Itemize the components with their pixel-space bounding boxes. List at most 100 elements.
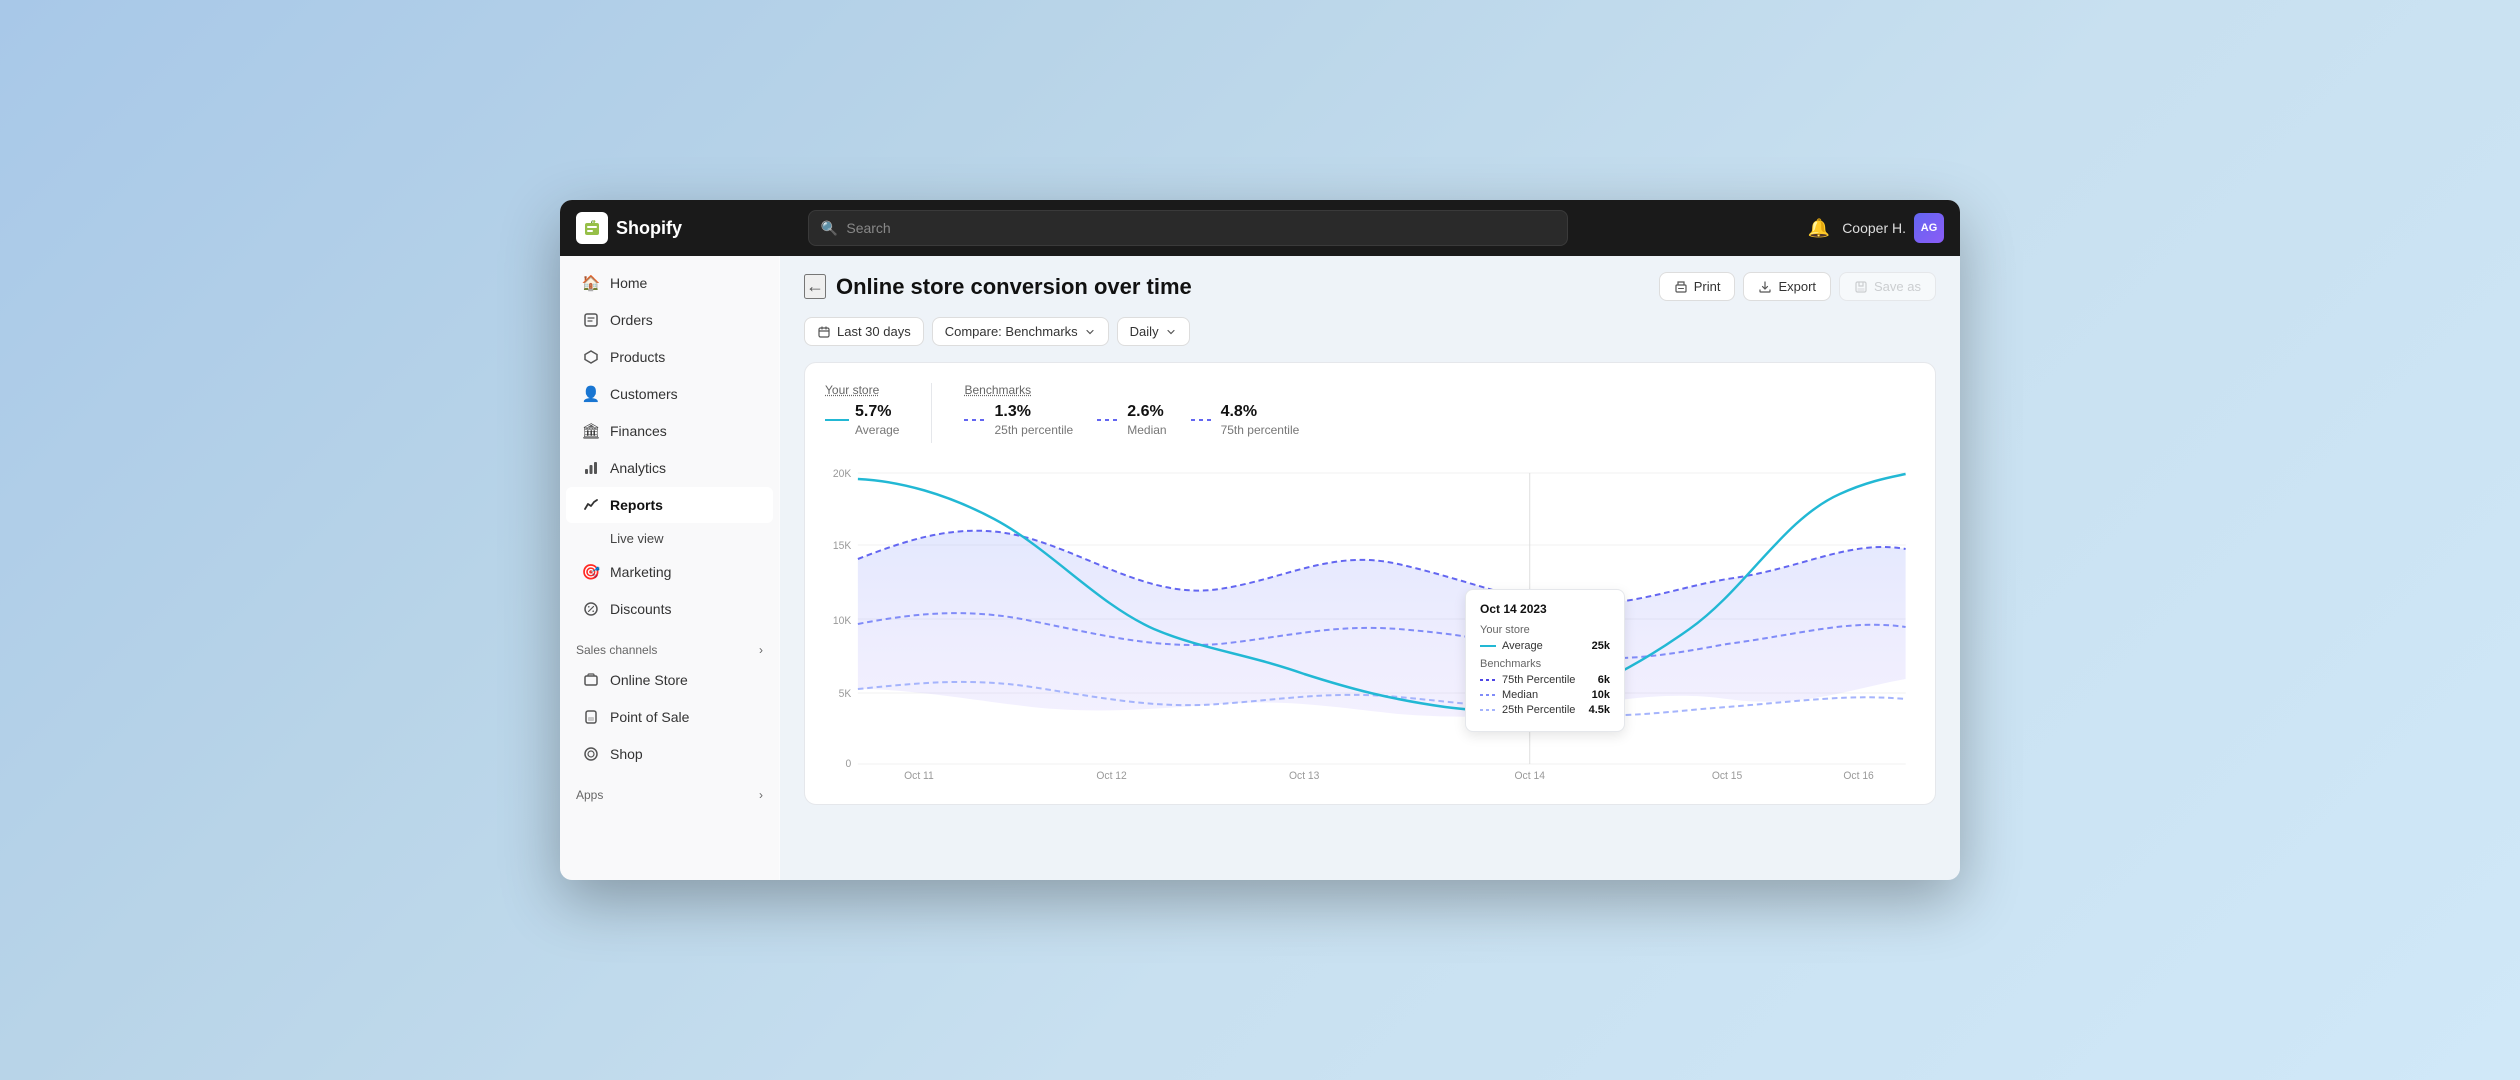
benchmarks-legend: Benchmarks 1.3% 25th percentile bbox=[964, 383, 1299, 439]
interval-label: Daily bbox=[1130, 324, 1159, 339]
sidebar-item-finances[interactable]: 🏛 Finances bbox=[566, 413, 773, 449]
topbar-right: 🔔 Cooper H. AG bbox=[1808, 213, 1944, 243]
online-store-icon bbox=[582, 671, 600, 689]
sidebar-item-customers[interactable]: 👤 Customers bbox=[566, 376, 773, 412]
your-store-legend: Your store 5.7% Average bbox=[825, 383, 899, 439]
sidebar-label-online-store: Online Store bbox=[610, 672, 688, 688]
sidebar-item-home[interactable]: 🏠 Home bbox=[566, 265, 773, 301]
sidebar-label-customers: Customers bbox=[610, 386, 678, 402]
interval-chevron-icon bbox=[1165, 326, 1177, 338]
sidebar-item-point-of-sale[interactable]: Point of Sale bbox=[566, 699, 773, 735]
tooltip-average-row: Average 25k bbox=[1480, 640, 1610, 652]
shop-icon bbox=[582, 745, 600, 763]
sidebar-item-marketing[interactable]: 🎯 Marketing bbox=[566, 554, 773, 590]
tooltip-p25-indicator bbox=[1480, 709, 1496, 711]
svg-text:Oct 13: Oct 13 bbox=[1289, 770, 1319, 779]
customers-icon: 👤 bbox=[582, 385, 600, 403]
apps-chevron-icon[interactable]: › bbox=[759, 788, 763, 802]
search-bar[interactable]: 🔍 Search bbox=[808, 210, 1568, 246]
date-range-label: Last 30 days bbox=[837, 324, 911, 339]
sidebar-item-orders[interactable]: Orders bbox=[566, 302, 773, 338]
user-menu[interactable]: Cooper H. AG bbox=[1842, 213, 1944, 243]
chevron-down-icon bbox=[1084, 326, 1096, 338]
svg-text:10K: 10K bbox=[833, 615, 851, 627]
compare-filter[interactable]: Compare: Benchmarks bbox=[932, 317, 1109, 346]
search-icon: 🔍 bbox=[821, 220, 838, 237]
tooltip-average-indicator bbox=[1480, 645, 1496, 647]
your-store-section-label: Your store bbox=[825, 383, 899, 397]
print-icon bbox=[1674, 280, 1688, 294]
sales-channels-section: Sales channels › bbox=[560, 633, 779, 661]
content-header: ← Online store conversion over time Prin… bbox=[780, 256, 1960, 317]
avatar: AG bbox=[1914, 213, 1944, 243]
p25-label: 25th percentile bbox=[994, 423, 1073, 437]
svg-text:20K: 20K bbox=[833, 468, 851, 480]
tooltip-median-indicator bbox=[1480, 694, 1496, 696]
p25-value: 1.3% bbox=[994, 403, 1073, 421]
interval-filter[interactable]: Daily bbox=[1117, 317, 1190, 346]
reports-icon bbox=[582, 496, 600, 514]
sidebar-label-orders: Orders bbox=[610, 312, 653, 328]
tooltip-median-row: Median 10k bbox=[1480, 689, 1610, 701]
p75-line-indicator bbox=[1191, 419, 1215, 421]
apps-section: Apps › bbox=[560, 778, 779, 806]
print-button[interactable]: Print bbox=[1659, 272, 1736, 301]
products-icon bbox=[582, 348, 600, 366]
benchmarks-section-label: Benchmarks bbox=[964, 383, 1299, 397]
svg-text:Oct 12: Oct 12 bbox=[1096, 770, 1126, 779]
tooltip-median-value: 10k bbox=[1592, 689, 1610, 701]
tooltip-your-store-label: Your store bbox=[1480, 624, 1610, 636]
sidebar-item-products[interactable]: Products bbox=[566, 339, 773, 375]
p75-legend-item: 4.8% 75th percentile bbox=[1191, 403, 1300, 437]
tooltip-average-value: 25k bbox=[1592, 640, 1610, 652]
tooltip-p75-label: 75th Percentile bbox=[1502, 674, 1575, 686]
sidebar-label-shop: Shop bbox=[610, 746, 643, 762]
marketing-icon: 🎯 bbox=[582, 563, 600, 581]
p25-line-indicator bbox=[964, 419, 988, 421]
p75-value: 4.8% bbox=[1221, 403, 1300, 421]
search-placeholder: Search bbox=[846, 220, 890, 236]
sidebar-label-point-of-sale: Point of Sale bbox=[610, 709, 689, 725]
notification-bell-icon[interactable]: 🔔 bbox=[1808, 218, 1830, 239]
legend-separator bbox=[931, 383, 932, 443]
sidebar: 🏠 Home Orders Products 👤 Customers � bbox=[560, 256, 780, 880]
tooltip-average-label: Average bbox=[1502, 640, 1543, 652]
tooltip-p75-value: 6k bbox=[1598, 674, 1610, 686]
export-button[interactable]: Export bbox=[1743, 272, 1831, 301]
sales-channels-chevron-icon[interactable]: › bbox=[759, 643, 763, 657]
shopify-logo[interactable]: Shopify bbox=[576, 212, 682, 244]
average-legend-item: 5.7% Average bbox=[825, 403, 899, 437]
sidebar-label-analytics: Analytics bbox=[610, 460, 666, 476]
chart-legend: Your store 5.7% Average Benchmarks bbox=[825, 383, 1915, 443]
sidebar-item-analytics[interactable]: Analytics bbox=[566, 450, 773, 486]
median-value: 2.6% bbox=[1127, 403, 1166, 421]
compare-label: Compare: Benchmarks bbox=[945, 324, 1078, 339]
save-as-label: Save as bbox=[1874, 279, 1921, 294]
save-as-button[interactable]: Save as bbox=[1839, 272, 1936, 301]
sidebar-label-marketing: Marketing bbox=[610, 564, 671, 580]
tooltip-benchmarks-label: Benchmarks bbox=[1480, 658, 1610, 670]
finances-icon: 🏛 bbox=[582, 422, 600, 440]
back-button[interactable]: ← bbox=[804, 274, 826, 299]
point-of-sale-icon bbox=[582, 708, 600, 726]
sidebar-item-shop[interactable]: Shop bbox=[566, 736, 773, 772]
sidebar-label-home: Home bbox=[610, 275, 647, 291]
svg-text:5K: 5K bbox=[839, 688, 852, 700]
sidebar-label-reports: Reports bbox=[610, 497, 663, 513]
page-title: Online store conversion over time bbox=[836, 274, 1192, 300]
sidebar-item-live-view[interactable]: Live view bbox=[566, 524, 773, 553]
svg-text:Oct 14: Oct 14 bbox=[1515, 770, 1545, 779]
svg-text:Oct 11: Oct 11 bbox=[904, 770, 934, 779]
save-as-icon bbox=[1854, 280, 1868, 294]
sidebar-item-reports[interactable]: Reports bbox=[566, 487, 773, 523]
sidebar-item-online-store[interactable]: Online Store bbox=[566, 662, 773, 698]
svg-text:0: 0 bbox=[846, 758, 852, 770]
tooltip-median-label: Median bbox=[1502, 689, 1538, 701]
sales-channels-label: Sales channels bbox=[576, 643, 657, 657]
median-line-indicator bbox=[1097, 419, 1121, 421]
tooltip-date: Oct 14 2023 bbox=[1480, 602, 1610, 616]
sidebar-item-discounts[interactable]: Discounts bbox=[566, 591, 773, 627]
sidebar-label-products: Products bbox=[610, 349, 665, 365]
topbar: Shopify 🔍 Search 🔔 Cooper H. AG bbox=[560, 200, 1960, 256]
date-range-filter[interactable]: Last 30 days bbox=[804, 317, 924, 346]
